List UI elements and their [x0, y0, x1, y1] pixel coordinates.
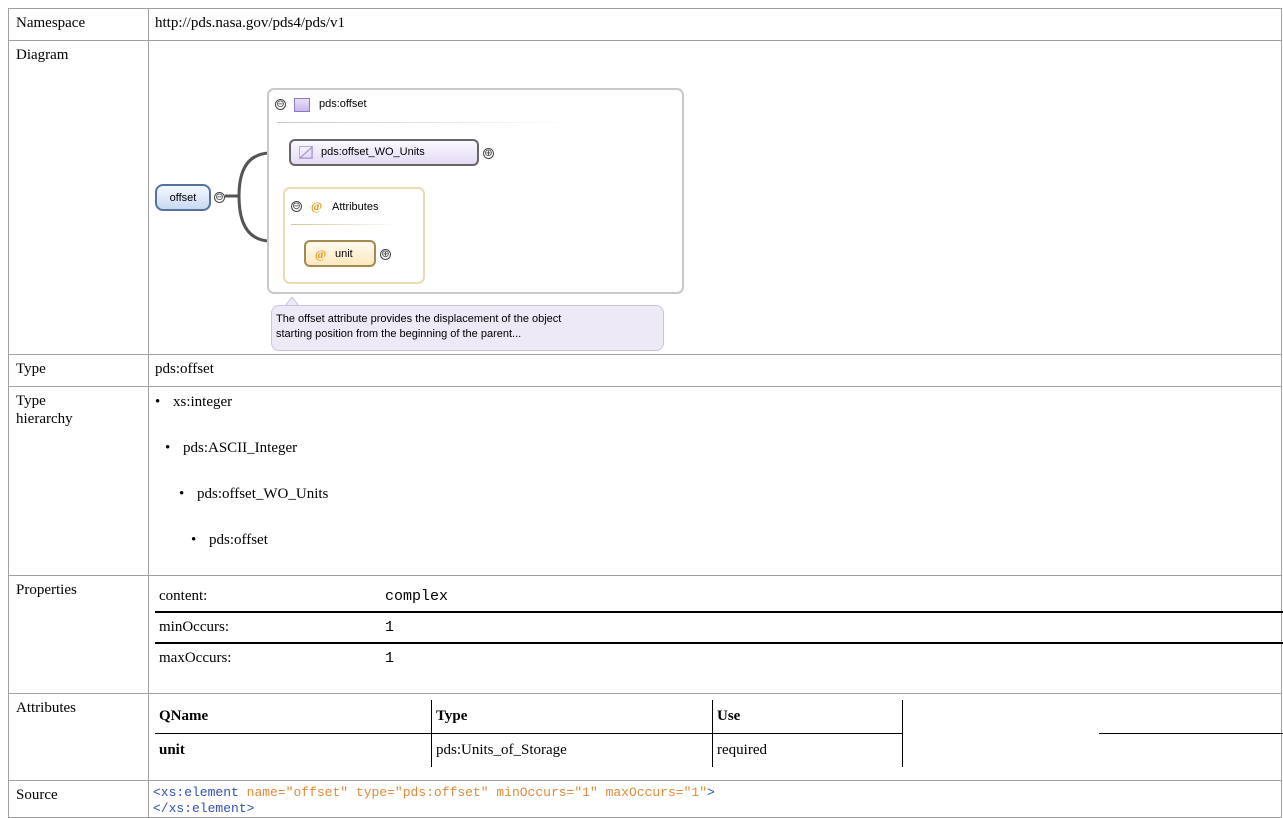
attribute-icon: @	[311, 199, 323, 213]
tooltip-line-2: starting position from the beginning of …	[276, 328, 522, 340]
expand-icon[interactable]: ⊕	[483, 148, 494, 159]
type-hierarchy-list: • xs:integer • pds:ASCII_Integer • pds:offs…	[149, 387, 1281, 575]
attr-use: required	[712, 733, 903, 767]
hierarchy-item: • pds:offset_WO_Units	[179, 486, 329, 502]
element-doc-table: Namespace http://pds.nasa.gov/pds4/pds/v…	[8, 8, 1283, 818]
base-type-label: pds:offset_WO_Units	[321, 146, 425, 158]
property-value: 1	[381, 642, 1283, 673]
unit-attribute-node[interactable]: @ unit	[304, 240, 376, 267]
property-key: minOccurs:	[155, 611, 381, 643]
attributes-group-label: Attributes	[332, 201, 379, 213]
type-header-label: pds:offset	[319, 98, 367, 110]
complex-type-icon	[294, 98, 310, 112]
expand-icon[interactable]: ⊕	[380, 249, 391, 260]
collapse-icon[interactable]: ⊖	[291, 201, 302, 212]
base-type-node[interactable]: pds:offset_WO_Units	[289, 139, 479, 166]
col-header-qname: QName	[155, 700, 432, 734]
property-value: 1	[381, 611, 1283, 643]
simple-type-icon	[299, 146, 313, 159]
type-value: pds:offset	[155, 361, 214, 377]
hierarchy-item: • pds:ASCII_Integer	[165, 440, 298, 456]
properties-label: Properties	[8, 575, 149, 694]
attr-type: pds:Units_of_Storage	[431, 733, 713, 767]
diagram-label: Diagram	[8, 40, 149, 355]
source-label: Source	[8, 780, 149, 818]
namespace-value: http://pds.nasa.gov/pds4/pds/v1	[155, 15, 346, 31]
tooltip-line-1: The offset attribute provides the displa…	[276, 313, 562, 325]
attr-qname: unit	[155, 733, 432, 767]
hierarchy-item: • xs:integer	[155, 394, 233, 410]
source-code: <xs:element name="offset" type="pds:offs…	[153, 785, 715, 816]
attributes-table: QName Type Use unit pds:Units_of_Storage…	[155, 700, 1283, 767]
unit-attribute-label: unit	[335, 248, 353, 260]
type-hierarchy-label: Type hierarchy	[8, 386, 149, 576]
property-key: maxOccurs:	[155, 642, 381, 673]
attributes-label: Attributes	[8, 693, 149, 781]
offset-element-label: offset	[169, 192, 197, 204]
namespace-label: Namespace	[8, 8, 149, 41]
attribute-icon: @	[315, 247, 327, 261]
hierarchy-item: • pds:offset	[191, 532, 268, 548]
property-key: content:	[159, 588, 208, 604]
annotation-tooltip: The offset attribute provides the displa…	[271, 305, 664, 351]
col-header-type: Type	[431, 700, 713, 734]
offset-element-node[interactable]: offset	[155, 184, 211, 211]
property-value: complex	[385, 588, 449, 605]
schema-diagram: ⊖ pds:offset pds:offset_WO_Units ⊕ ⊖ @ A…	[149, 41, 1281, 354]
col-header-use: Use	[712, 700, 903, 734]
type-label: Type	[8, 354, 149, 387]
collapse-icon[interactable]: ⊖	[214, 192, 225, 203]
collapse-icon[interactable]: ⊖	[275, 99, 286, 110]
properties-table: content: complex minOccurs: 1 maxOccurs: 1	[155, 582, 1283, 673]
